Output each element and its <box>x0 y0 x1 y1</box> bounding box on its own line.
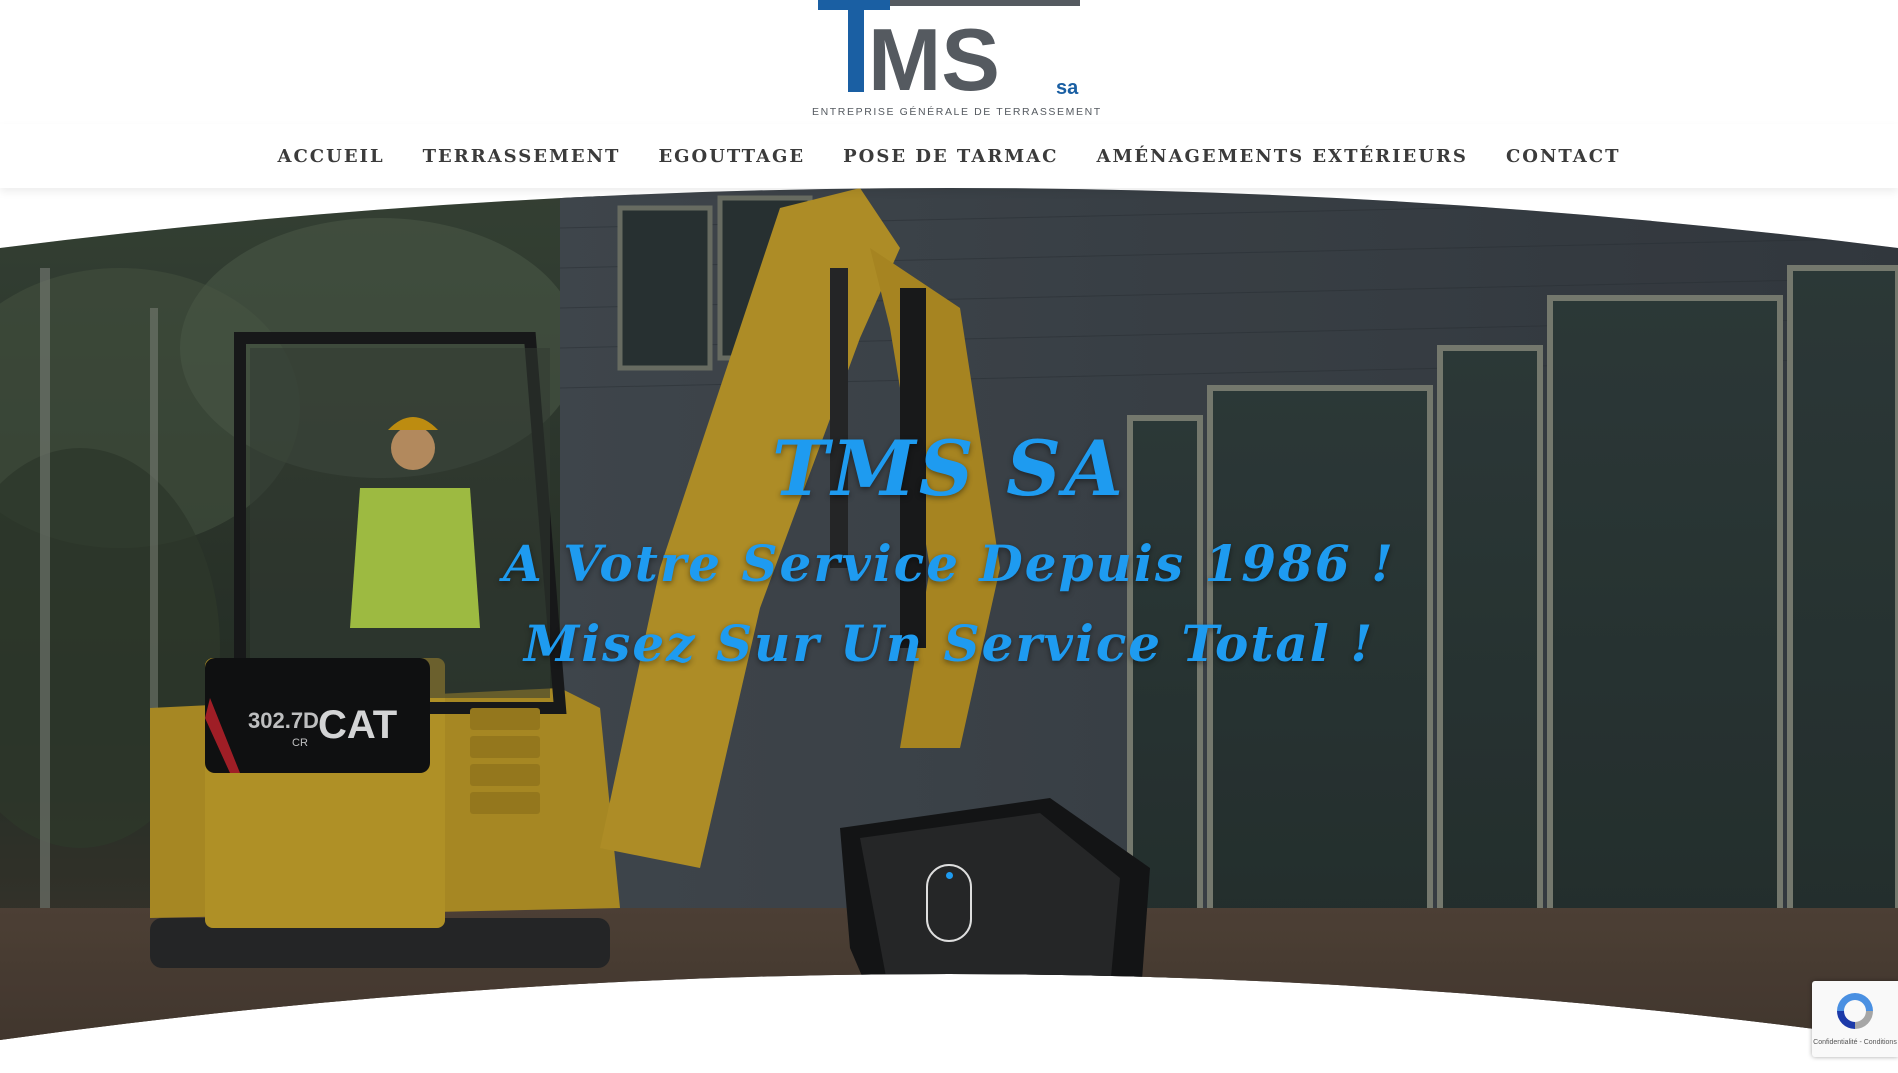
recaptcha-badge[interactable]: Confidentialité - Conditions <box>1812 981 1898 1057</box>
mouse-scroll-icon[interactable] <box>926 864 972 942</box>
hero-title: TMS SA <box>772 424 1126 513</box>
site-header: MS sa ENTREPRISE GÉNÉRALE DE TERRASSEMEN… <box>0 0 1898 124</box>
hero-subtitle-2: Misez Sur Un Service Total ! <box>523 614 1375 673</box>
main-navigation: ACCUEIL TERRASSEMENT EGOUTTAGE POSE DE T… <box>0 124 1898 188</box>
nav-item-terrassement[interactable]: TERRASSEMENT <box>423 146 621 167</box>
recaptcha-icon <box>1837 993 1873 1029</box>
tms-logo-mark: MS sa <box>818 0 1080 109</box>
nav-item-egouttage[interactable]: EGOUTTAGE <box>658 146 805 167</box>
nav-menu: ACCUEIL TERRASSEMENT EGOUTTAGE POSE DE T… <box>0 124 1898 188</box>
hero-section: 302.7D CR CAT TMS SA A Votre Service Dep… <box>0 188 1898 1073</box>
logo-letters: MS <box>868 10 1000 104</box>
scroll-dot <box>946 872 953 879</box>
logo-tagline: ENTREPRISE GÉNÉRALE DE TERRASSEMENT <box>812 106 1102 118</box>
nav-item-pose-de-tarmac[interactable]: POSE DE TARMAC <box>843 146 1058 167</box>
site-logo[interactable]: MS sa ENTREPRISE GÉNÉRALE DE TERRASSEMEN… <box>812 0 1102 122</box>
recaptcha-links[interactable]: Confidentialité - Conditions <box>1812 1039 1898 1046</box>
nav-item-contact[interactable]: CONTACT <box>1506 146 1621 167</box>
logo-suffix: sa <box>1056 77 1079 99</box>
hero-subtitle-1: A Votre Service Depuis 1986 ! <box>503 534 1395 593</box>
nav-item-accueil[interactable]: ACCUEIL <box>278 146 385 167</box>
nav-item-amenagements-exterieurs[interactable]: AMÉNAGEMENTS EXTÉRIEURS <box>1097 146 1468 167</box>
